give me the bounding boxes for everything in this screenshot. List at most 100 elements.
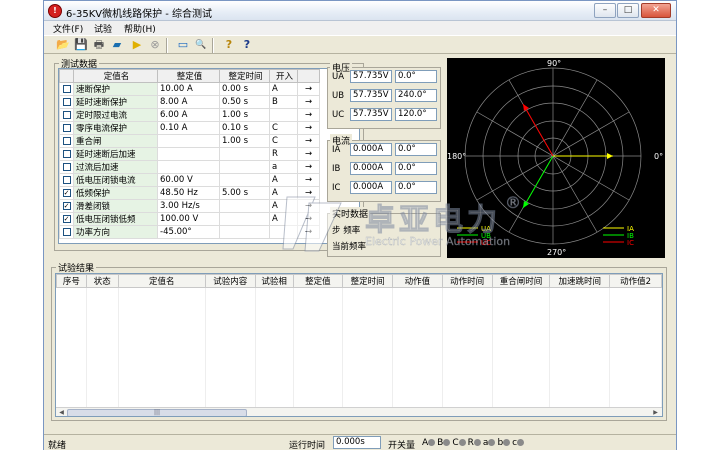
menu-test[interactable]: 试验 — [94, 22, 112, 35]
param-value[interactable]: 8.00 A — [157, 95, 220, 109]
param-value[interactable]: 60.00 V — [157, 173, 220, 187]
results-header-cell[interactable]: 试验内容 — [204, 274, 256, 288]
param-value[interactable] — [157, 147, 220, 161]
results-header-cell[interactable]: 重合闸时间 — [491, 274, 551, 288]
param-input[interactable]: A — [269, 82, 298, 96]
param-time[interactable] — [219, 199, 270, 213]
voltage-angle-field[interactable]: 240.0° — [395, 89, 437, 102]
voltage-angle-field[interactable]: 0.0° — [395, 70, 437, 83]
param-value[interactable]: -45.00° — [157, 225, 220, 239]
param-arrow-icon[interactable]: → — [297, 160, 320, 174]
param-arrow-icon[interactable]: → — [297, 199, 320, 213]
param-checkbox[interactable] — [59, 160, 74, 174]
stop-icon[interactable]: ⊗ — [148, 38, 162, 52]
enable-checkbox[interactable]: ✓ — [62, 201, 71, 210]
param-row[interactable]: ✓ 低频保护 48.50 Hz 5.00 s A → — [59, 186, 320, 200]
param-input[interactable]: C — [269, 121, 298, 135]
enable-checkbox[interactable]: ✓ — [62, 188, 71, 197]
scroll-thumb[interactable]: ||| — [67, 409, 247, 416]
results-header-cell[interactable]: 动作值2 — [609, 274, 662, 288]
model-box-icon[interactable]: ▰ — [110, 38, 124, 52]
scroll-left-arrow[interactable]: ◀ — [57, 409, 66, 416]
param-time[interactable] — [219, 160, 270, 174]
param-input[interactable]: R — [269, 147, 298, 161]
param-value[interactable] — [157, 134, 220, 148]
enable-checkbox[interactable] — [62, 162, 71, 171]
param-arrow-icon[interactable]: → — [297, 212, 320, 226]
param-name[interactable]: 过流后加速 — [73, 160, 158, 174]
param-checkbox[interactable] — [59, 173, 74, 187]
param-checkbox[interactable]: ✓ — [59, 199, 74, 213]
param-input[interactable]: A — [269, 186, 298, 200]
help-icon[interactable]: ? — [222, 38, 236, 52]
param-row[interactable]: 速断保护 10.00 A 0.00 s A → — [59, 82, 320, 96]
param-row[interactable]: 重合闸 1.00 s C → — [59, 134, 320, 148]
param-header-value[interactable]: 整定值 — [157, 69, 220, 83]
param-input[interactable]: C — [269, 134, 298, 148]
param-checkbox[interactable] — [59, 108, 74, 122]
param-time[interactable]: 5.00 s — [219, 186, 270, 200]
param-time[interactable]: 0.50 s — [219, 95, 270, 109]
voltage-angle-field[interactable]: 120.0° — [395, 108, 437, 121]
param-time[interactable] — [219, 212, 270, 226]
param-row[interactable]: 延时速断保护 8.00 A 0.50 s B → — [59, 95, 320, 109]
enable-checkbox[interactable] — [62, 175, 71, 184]
results-header-cell[interactable]: 动作时间 — [441, 274, 493, 288]
enable-checkbox[interactable] — [62, 149, 71, 158]
param-name[interactable]: 功率方向 — [73, 225, 158, 239]
param-arrow-icon[interactable]: → — [297, 82, 320, 96]
param-row[interactable]: ✓ 低电压闭锁低频 100.00 V A → — [59, 212, 320, 226]
param-time[interactable] — [219, 147, 270, 161]
param-time[interactable]: 0.10 s — [219, 121, 270, 135]
param-input[interactable] — [269, 225, 298, 239]
param-checkbox[interactable] — [59, 225, 74, 239]
param-input[interactable]: A — [269, 212, 298, 226]
results-header-cell[interactable]: 整定时间 — [342, 274, 394, 288]
param-row[interactable]: 延时速断后加速 R → — [59, 147, 320, 161]
enable-checkbox[interactable] — [62, 136, 71, 145]
results-header-cell[interactable]: 动作值 — [392, 274, 443, 288]
context-help-icon[interactable]: ? — [240, 38, 254, 52]
param-name[interactable]: 定时限过电流 — [73, 108, 158, 122]
menu-file[interactable]: 文件(F) — [53, 22, 83, 35]
voltage-magnitude-field[interactable]: 57.735V — [350, 108, 392, 121]
param-checkbox[interactable] — [59, 82, 74, 96]
results-header-cell[interactable]: 定值名 — [117, 274, 206, 288]
param-name[interactable]: 低电压闭锁电流 — [73, 173, 158, 187]
enable-checkbox[interactable] — [62, 110, 71, 119]
voltage-magnitude-field[interactable]: 57.735V — [350, 89, 392, 102]
enable-checkbox[interactable] — [62, 227, 71, 236]
current-magnitude-field[interactable]: 0.000A — [350, 181, 392, 194]
param-checkbox[interactable] — [59, 95, 74, 109]
param-name[interactable]: 重合闸 — [73, 134, 158, 148]
param-value[interactable]: 100.00 V — [157, 212, 220, 226]
menu-help[interactable]: 帮助(H) — [124, 22, 156, 35]
param-arrow-icon[interactable]: → — [297, 134, 320, 148]
param-checkbox[interactable] — [59, 147, 74, 161]
param-arrow-icon[interactable]: → — [297, 108, 320, 122]
param-input[interactable] — [269, 108, 298, 122]
maximize-button[interactable]: □ — [617, 3, 639, 18]
param-value[interactable]: 48.50 Hz — [157, 186, 220, 200]
param-time[interactable] — [219, 173, 270, 187]
param-name[interactable]: 滑差闭锁 — [73, 199, 158, 213]
param-row[interactable]: 功率方向 -45.00° → — [59, 225, 320, 239]
param-input[interactable]: A — [269, 173, 298, 187]
param-arrow-icon[interactable]: → — [297, 95, 320, 109]
play-icon[interactable]: ▶ — [130, 38, 144, 52]
param-checkbox[interactable] — [59, 134, 74, 148]
param-name[interactable]: 低电压闭锁低频 — [73, 212, 158, 226]
enable-checkbox[interactable] — [62, 84, 71, 93]
zoom-icon[interactable]: 🔍 — [194, 38, 208, 52]
results-header-cell[interactable]: 整定值 — [292, 274, 344, 288]
param-header-time[interactable]: 整定时间 — [219, 69, 270, 83]
param-time[interactable] — [219, 225, 270, 239]
param-value[interactable] — [157, 160, 220, 174]
param-input[interactable]: a — [269, 160, 298, 174]
param-name[interactable]: 速断保护 — [73, 82, 158, 96]
results-header-cell[interactable]: 状态 — [85, 274, 119, 288]
param-row[interactable]: 低电压闭锁电流 60.00 V A → — [59, 173, 320, 187]
current-angle-field[interactable]: 0.0° — [395, 181, 437, 194]
results-header-cell[interactable]: 序号 — [56, 274, 87, 288]
param-name[interactable]: 延时速断后加速 — [73, 147, 158, 161]
